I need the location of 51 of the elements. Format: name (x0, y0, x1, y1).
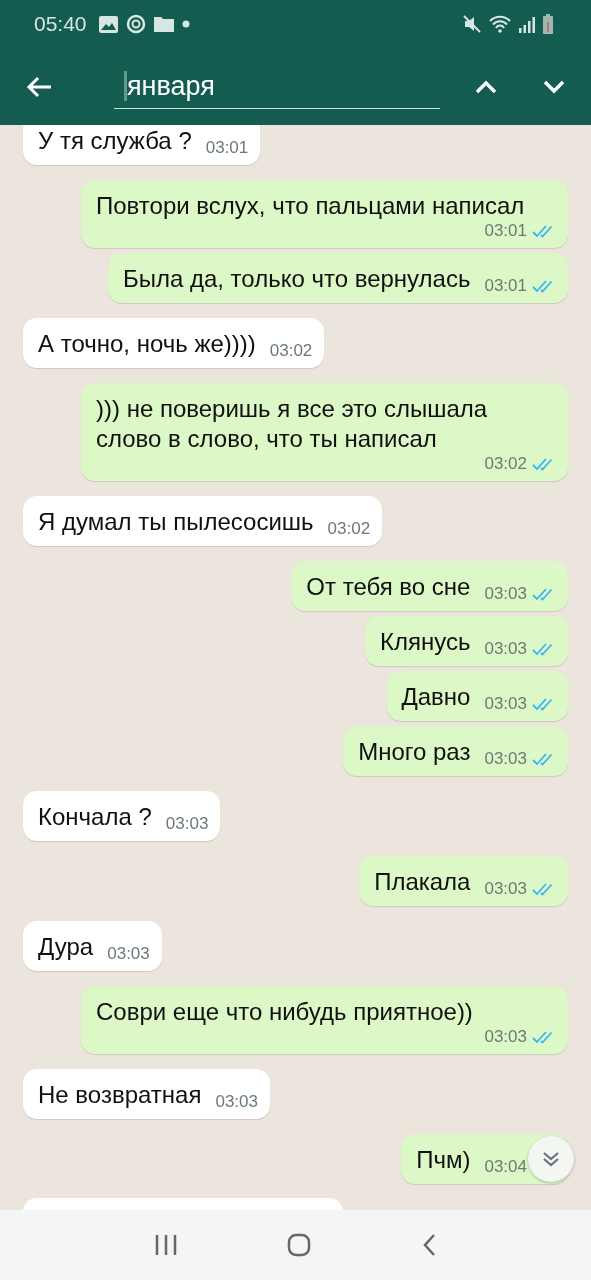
dot-icon (181, 20, 190, 28)
clock-time: 05:40 (34, 12, 87, 36)
message-time: 03:03 (484, 639, 527, 659)
message-text: Давно (401, 682, 471, 712)
message-text: Много раз (358, 737, 471, 767)
message-text: Соври еще что нибудь приятное)) (96, 997, 473, 1027)
message-time: 03:02 (484, 454, 527, 474)
message-time: 03:03 (484, 749, 527, 769)
message-time: 03:02 (269, 341, 313, 361)
message-time: 03:03 (107, 944, 150, 964)
message-time: 03:03 (484, 694, 527, 714)
message-text: Была да, только что вернулась (122, 264, 471, 294)
message-time: 03:03 (215, 1092, 258, 1112)
message-text: ))) не поверишь я все это слышала слово в слово, что ты написал (96, 394, 489, 454)
wifi-icon (489, 15, 511, 33)
message-time: 03:03 (484, 879, 527, 899)
message-text: Плакала (374, 867, 471, 897)
sync-icon (125, 14, 146, 34)
folder-icon (153, 16, 174, 32)
signal-icon (519, 15, 535, 33)
message-text: Не возвратная (38, 1080, 202, 1110)
message-text: Повтори вслух, что пальцами написал (96, 191, 525, 221)
mute-icon (463, 15, 481, 33)
message-time: 03:03 (484, 584, 527, 604)
chevron-down-icon (543, 79, 565, 94)
message-text: Кончала ? (38, 802, 152, 832)
image-icon (98, 15, 118, 33)
message-time: 03:01 (205, 138, 249, 158)
message-time: 03:01 (484, 221, 527, 241)
double-chevron-down-icon (542, 1151, 560, 1167)
message-text: У тя служба ? (38, 126, 192, 156)
back-chevron-icon (421, 1233, 436, 1257)
recent-apps-button[interactable] (155, 1234, 178, 1256)
message-text: Дура (38, 932, 94, 962)
message-time: 03:04 (484, 1157, 527, 1177)
back-button[interactable] (421, 1233, 436, 1257)
back-arrow-icon (26, 75, 52, 98)
message-text: А точно, ночь же)))) (38, 329, 256, 359)
battery-icon (543, 14, 553, 34)
message-text: Пчм) (416, 1145, 471, 1175)
message-text: От тебя во сне (306, 572, 471, 602)
message-time: 03:02 (327, 519, 371, 539)
home-icon (287, 1233, 312, 1257)
message-text: Клянусь (380, 627, 471, 657)
message-time: 03:03 (484, 1027, 527, 1047)
message-time: 03:01 (484, 276, 527, 296)
chevron-up-icon (475, 79, 497, 94)
home-button[interactable] (287, 1233, 312, 1257)
message-text: Я думал ты пылесосишь (38, 507, 314, 537)
message-time: 03:03 (165, 814, 209, 834)
recent-apps-icon (155, 1234, 178, 1256)
